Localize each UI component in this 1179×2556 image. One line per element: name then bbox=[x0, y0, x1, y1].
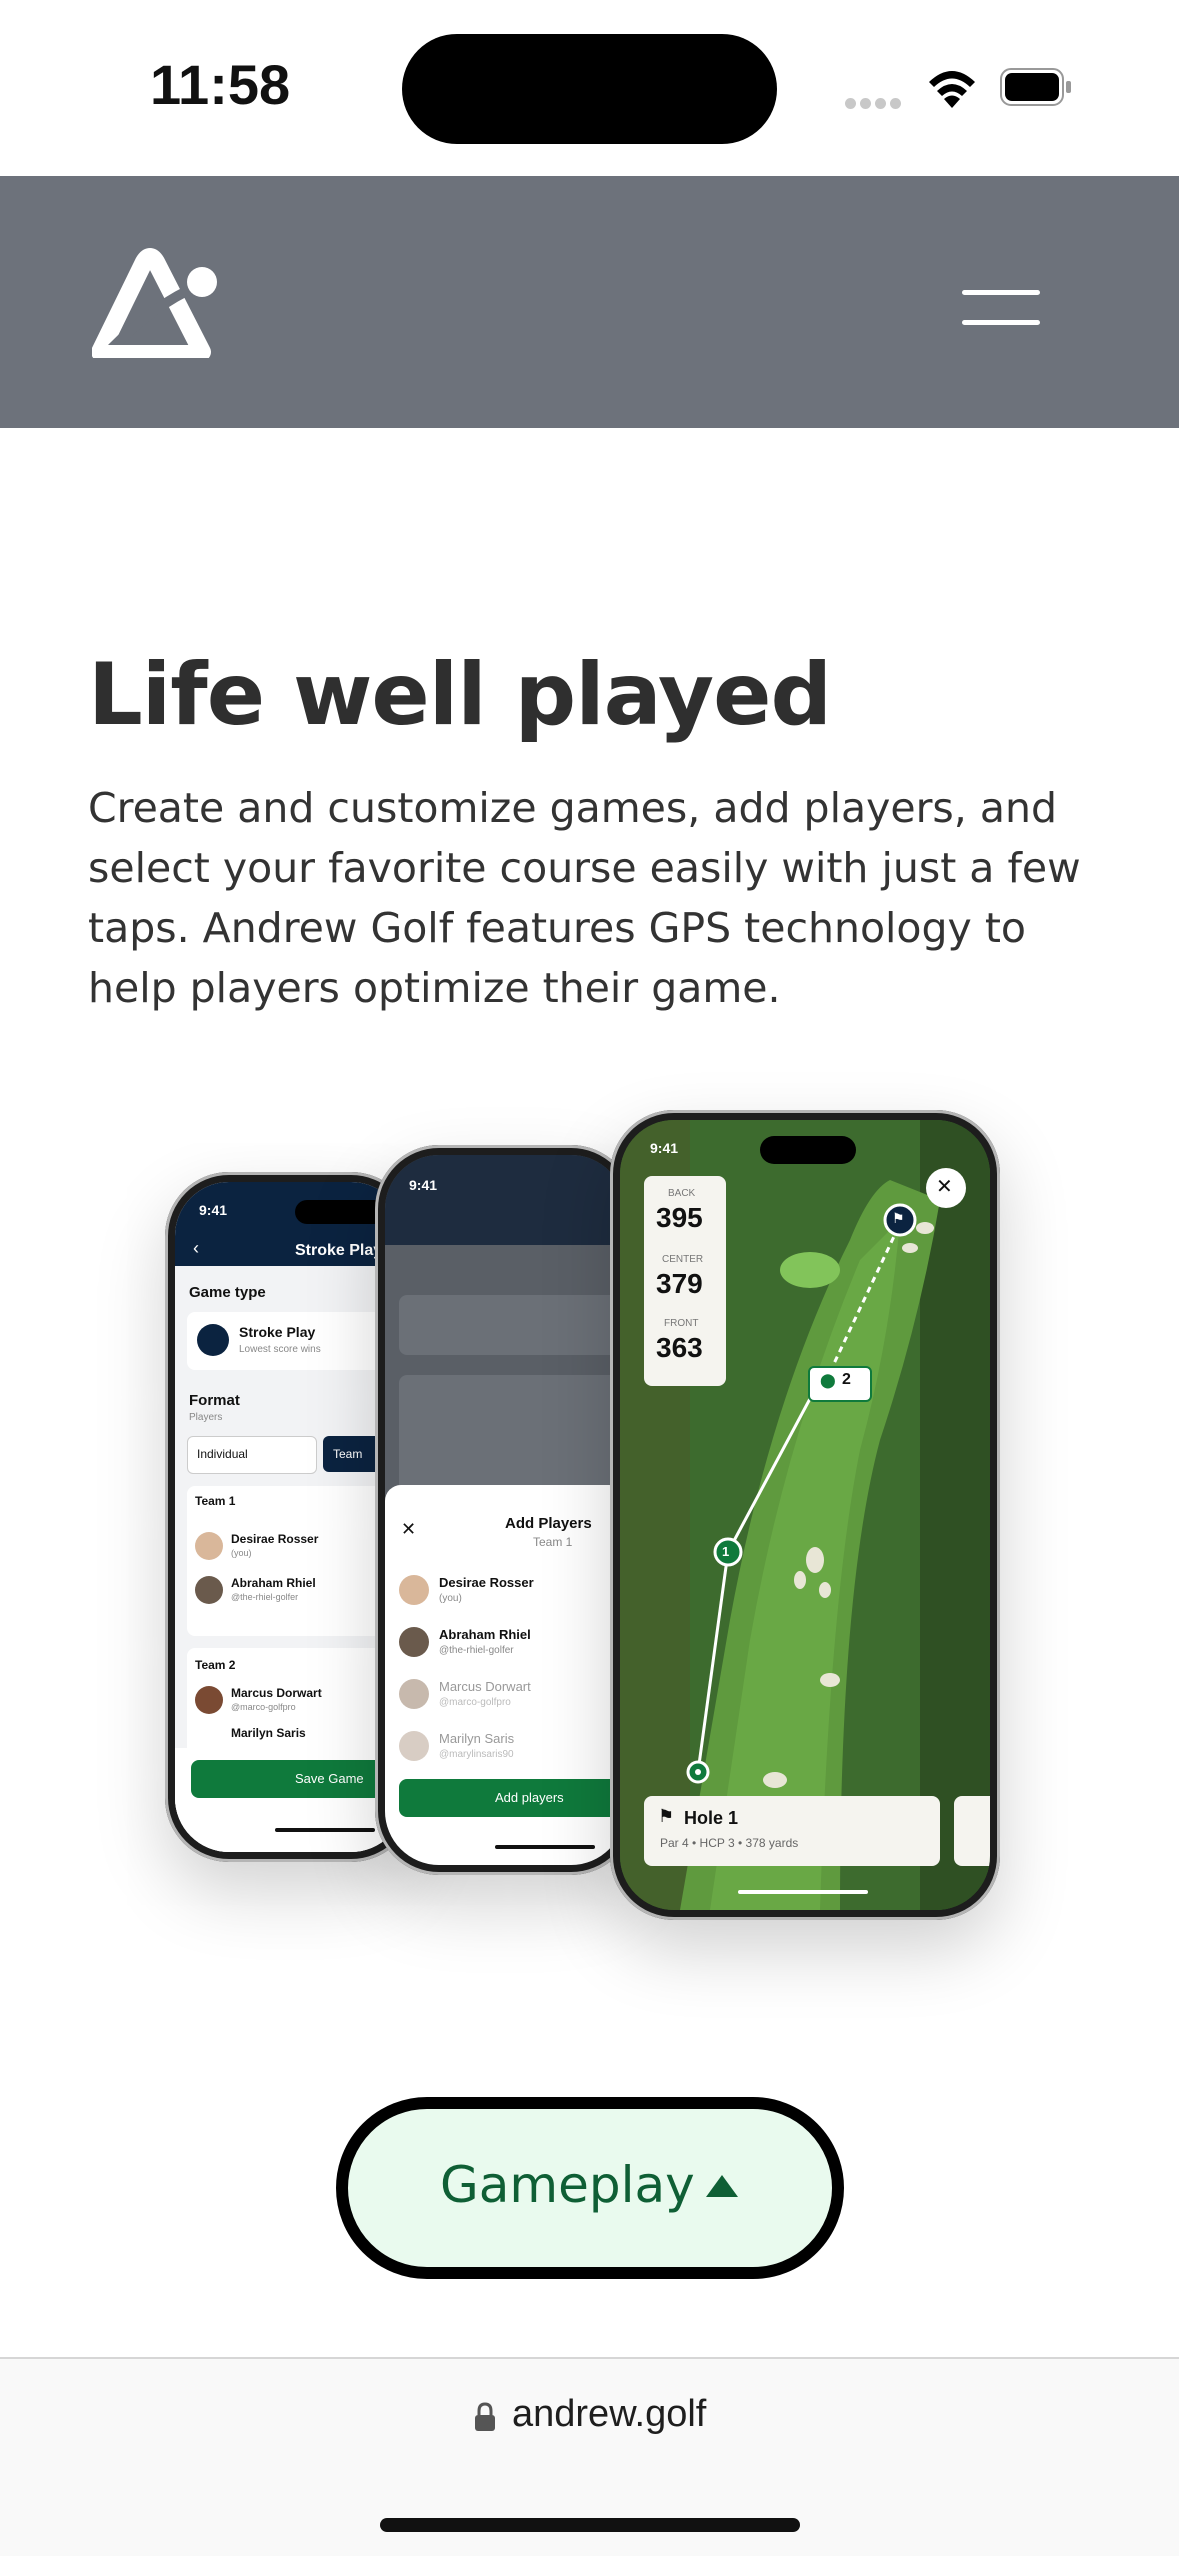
hole-title: Hole 1 bbox=[684, 1808, 739, 1828]
player-handle: (you) bbox=[231, 1548, 252, 1558]
center-label: CENTER bbox=[662, 1254, 704, 1265]
lock-icon bbox=[475, 2402, 495, 2431]
page-title: Life well played bbox=[88, 645, 832, 745]
avatar bbox=[195, 1576, 223, 1604]
player-handle: @marco-golfpro bbox=[439, 1697, 511, 1708]
player-name[interactable]: Marcus Dorwart bbox=[439, 1679, 531, 1694]
player-handle: @the-rhiel-golfer bbox=[439, 1645, 514, 1656]
center-value: 379 bbox=[656, 1268, 703, 1299]
caret-up-icon bbox=[706, 2175, 738, 2197]
dynamic-island bbox=[402, 34, 777, 144]
front-label: FRONT bbox=[664, 1318, 699, 1329]
format-sub: Players bbox=[189, 1412, 223, 1423]
phone-left-time: 9:41 bbox=[199, 1202, 228, 1218]
phone-middle-time: 9:41 bbox=[409, 1177, 438, 1193]
avatar bbox=[195, 1686, 223, 1714]
flag-icon: ⚑ bbox=[892, 1210, 905, 1226]
player-name[interactable]: Marilyn Saris bbox=[439, 1731, 514, 1746]
flag-icon: ⚑ bbox=[658, 1806, 675, 1826]
wifi-icon bbox=[929, 71, 975, 108]
golf-clubs-icon bbox=[197, 1324, 229, 1356]
sheet-title: Add Players bbox=[505, 1515, 592, 1532]
back-label: BACK bbox=[668, 1188, 696, 1199]
avatar bbox=[399, 1679, 429, 1709]
sheet-subtitle: Team 1 bbox=[533, 1535, 573, 1549]
close-icon[interactable]: ✕ bbox=[401, 1519, 416, 1540]
player-name: Desirae Rosser bbox=[231, 1532, 319, 1546]
phone-mockups: 9:41 ‹ Stroke Play Game type Stroke Play… bbox=[160, 1100, 1020, 1920]
player-handle: @the-rhiel-golfer bbox=[231, 1592, 299, 1602]
avatar bbox=[399, 1627, 429, 1657]
player-name[interactable]: Desirae Rosser bbox=[439, 1575, 534, 1590]
shot-marker-1[interactable]: 1 bbox=[722, 1544, 729, 1559]
player-name: Abraham Rhiel bbox=[231, 1576, 316, 1590]
url-text[interactable]: andrew.golf bbox=[512, 2393, 706, 2436]
phone-right: 1 ⬤ 2 ⚑ 9:41 ✕ BACK 395 CENTER 379 FRONT… bbox=[610, 1110, 1000, 1920]
phone-left-title: Stroke Play bbox=[295, 1242, 383, 1259]
status-time: 11:58 bbox=[150, 53, 291, 116]
player-handle: (you) bbox=[439, 1593, 462, 1604]
team1-label: Team 1 bbox=[195, 1494, 236, 1508]
back-chevron-icon: ‹ bbox=[193, 1238, 199, 1258]
hole-card[interactable] bbox=[644, 1796, 940, 1866]
game-type-label: Game type bbox=[189, 1284, 266, 1301]
game-type-value: Stroke Play bbox=[239, 1324, 316, 1340]
home-indicator bbox=[380, 2518, 800, 2532]
save-game-label: Save Game bbox=[295, 1771, 364, 1786]
avatar bbox=[195, 1532, 223, 1560]
close-icon: ✕ bbox=[936, 1176, 953, 1198]
hole-details: Par 4 • HCP 3 • 378 yards bbox=[660, 1836, 799, 1850]
player-handle: @marylinsaris90 bbox=[439, 1749, 514, 1760]
phone-right-time: 9:41 bbox=[650, 1140, 679, 1156]
phone-middle: 9:41 ✕ Add Players Team 1 Desirae Rosser… bbox=[375, 1145, 635, 1875]
player-name: Marcus Dorwart bbox=[231, 1686, 322, 1700]
add-players-label: Add players bbox=[495, 1790, 564, 1805]
map-pin-icon: ⬤ bbox=[820, 1372, 836, 1388]
andrew-golf-logo[interactable] bbox=[92, 248, 222, 358]
player-name: Marilyn Saris bbox=[231, 1726, 306, 1740]
marker-2-label: 2 bbox=[842, 1371, 851, 1388]
hamburger-menu-icon[interactable] bbox=[962, 286, 1048, 334]
hero-description: Create and customize games, add players,… bbox=[88, 784, 1081, 1012]
format-label: Format bbox=[189, 1392, 240, 1409]
front-value: 363 bbox=[656, 1332, 703, 1363]
avatar bbox=[399, 1575, 429, 1605]
team2-label: Team 2 bbox=[195, 1658, 236, 1672]
battery-icon bbox=[1000, 68, 1071, 106]
option-individual[interactable]: Individual bbox=[197, 1447, 248, 1461]
cellular-signal-icon bbox=[845, 94, 905, 109]
player-name[interactable]: Abraham Rhiel bbox=[439, 1627, 531, 1642]
shot-marker-2[interactable] bbox=[808, 1366, 872, 1402]
gameplay-label: Gameplay bbox=[440, 2156, 695, 2214]
next-hole-card[interactable] bbox=[954, 1796, 990, 1866]
game-type-sub: Lowest score wins bbox=[239, 1344, 321, 1355]
player-handle: @marco-golfpro bbox=[231, 1702, 296, 1712]
option-team[interactable]: Team bbox=[333, 1447, 362, 1461]
avatar bbox=[399, 1731, 429, 1761]
back-value: 395 bbox=[656, 1202, 703, 1233]
